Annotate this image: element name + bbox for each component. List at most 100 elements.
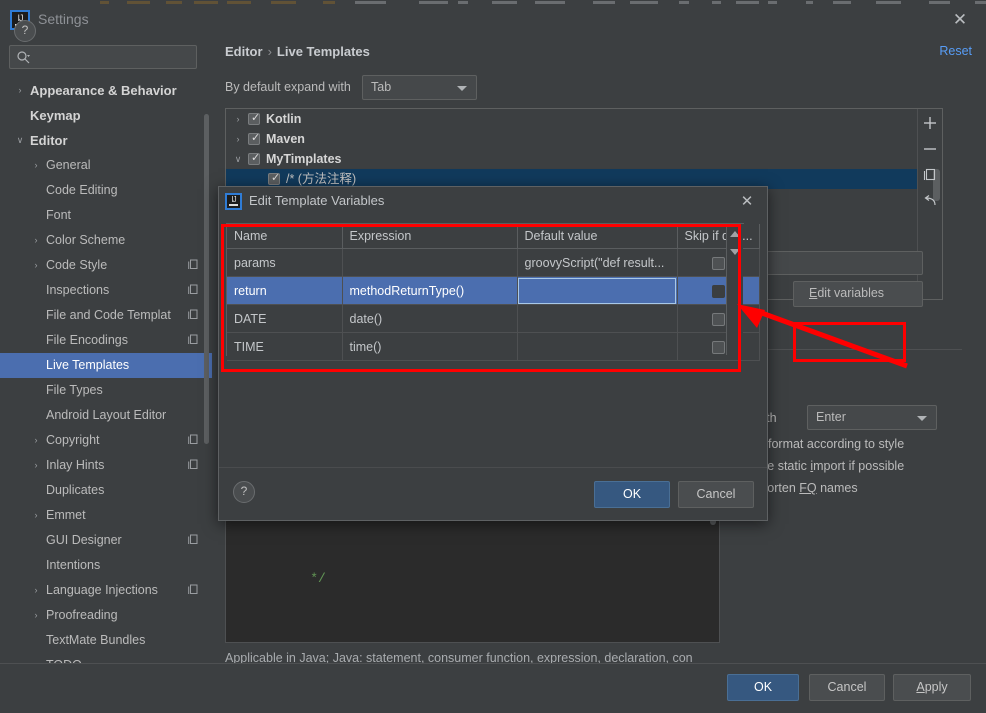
cell-expression[interactable]: date() <box>342 305 517 333</box>
skip-checkbox[interactable] <box>712 285 725 298</box>
column-header[interactable]: Name <box>227 224 342 249</box>
chevron-down-icon[interactable]: ∨ <box>14 128 26 153</box>
sidebar-item-gui-designer[interactable]: GUI Designer <box>0 528 212 553</box>
column-header[interactable]: Expression <box>342 224 517 249</box>
cell-name[interactable]: return <box>227 277 342 305</box>
breadcrumb-parent[interactable]: Editor <box>225 44 263 59</box>
sidebar-item-font[interactable]: Font <box>0 203 212 228</box>
skip-checkbox[interactable] <box>712 257 725 270</box>
sidebar-item-color-scheme[interactable]: ›Color Scheme <box>0 228 212 253</box>
copy-settings-icon[interactable] <box>188 434 198 445</box>
search-box[interactable] <box>9 45 197 69</box>
cell-skip-if-defined[interactable] <box>677 249 759 277</box>
add-template-button[interactable] <box>918 109 943 135</box>
apply-button[interactable]: Apply <box>893 674 971 701</box>
chevron-right-icon[interactable]: › <box>232 109 244 129</box>
sidebar-item-appearance-behavior[interactable]: ›Appearance & Behavior <box>0 78 212 103</box>
cell-skip-if-defined[interactable] <box>677 305 759 333</box>
scroll-up-icon[interactable] <box>730 231 740 237</box>
cell-default-value[interactable] <box>517 305 677 333</box>
cell-expression[interactable] <box>342 249 517 277</box>
checkbox-reformat-according-to-style[interactable]: Reformat according to style <box>752 437 904 451</box>
template-row[interactable]: ›✓Maven <box>226 129 918 149</box>
cell-default-value[interactable]: groovyScript("def result... <box>517 249 677 277</box>
chevron-down-icon[interactable]: ∨ <box>232 149 244 169</box>
close-icon[interactable]: ✕ <box>948 9 972 31</box>
sidebar-item-inspections[interactable]: Inspections <box>0 278 212 303</box>
sidebar-item-android-layout-editor[interactable]: Android Layout Editor <box>0 403 212 428</box>
cell-skip-if-defined[interactable] <box>677 333 759 361</box>
scroll-down-icon[interactable] <box>730 249 740 255</box>
column-header[interactable]: Skip if defi... <box>677 224 759 249</box>
revert-template-button[interactable] <box>918 187 943 213</box>
chevron-right-icon[interactable]: › <box>14 78 26 103</box>
help-button[interactable]: ? <box>14 20 36 42</box>
table-row[interactable]: paramsgroovyScript("def result... <box>227 249 759 277</box>
sidebar-item-code-editing[interactable]: Code Editing <box>0 178 212 203</box>
sidebar-item-live-templates[interactable]: Live Templates <box>0 353 212 378</box>
table-row[interactable]: DATEdate() <box>227 305 759 333</box>
cell-default-value[interactable] <box>517 277 677 305</box>
sidebar-item-file-and-code-templat[interactable]: File and Code Templat <box>0 303 212 328</box>
copy-settings-icon[interactable] <box>188 584 198 595</box>
chevron-right-icon[interactable]: › <box>30 428 42 453</box>
cancel-button[interactable]: Cancel <box>809 674 885 701</box>
table-row[interactable]: returnmethodReturnType() <box>227 277 759 305</box>
sidebar-item-todo[interactable]: TODO <box>0 653 212 663</box>
sidebar-item-keymap[interactable]: Keymap <box>0 103 212 128</box>
copy-settings-icon[interactable] <box>188 284 198 295</box>
sidebar-scrollbar[interactable] <box>204 114 209 444</box>
sidebar-item-duplicates[interactable]: Duplicates <box>0 478 212 503</box>
skip-checkbox[interactable] <box>712 313 725 326</box>
template-checkbox[interactable]: ✓ <box>248 133 260 145</box>
sidebar-item-copyright[interactable]: ›Copyright <box>0 428 212 453</box>
template-checkbox[interactable]: ✓ <box>268 173 280 185</box>
duplicate-template-button[interactable] <box>918 161 943 187</box>
chevron-right-icon[interactable]: › <box>30 153 42 178</box>
chevron-right-icon[interactable]: › <box>30 503 42 528</box>
chevron-right-icon[interactable]: › <box>232 129 244 149</box>
cell-name[interactable]: TIME <box>227 333 342 361</box>
ok-button[interactable]: OK <box>727 674 799 701</box>
template-checkbox[interactable]: ✓ <box>248 113 260 125</box>
cell-skip-if-defined[interactable] <box>677 277 759 305</box>
table-row[interactable]: TIMEtime() <box>227 333 759 361</box>
cell-expression[interactable]: time() <box>342 333 517 361</box>
template-row[interactable]: ∨✓MyTimplates <box>226 149 918 169</box>
sidebar-item-language-injections[interactable]: ›Language Injections <box>0 578 212 603</box>
copy-settings-icon[interactable] <box>188 534 198 545</box>
edit-variables-button[interactable]: Edit variables <box>793 281 923 307</box>
expand-with-dropdown[interactable]: Tab <box>362 75 477 100</box>
sidebar-item-textmate-bundles[interactable]: TextMate Bundles <box>0 628 212 653</box>
sidebar-item-file-types[interactable]: File Types <box>0 378 212 403</box>
sidebar-item-file-encodings[interactable]: File Encodings <box>0 328 212 353</box>
chevron-right-icon[interactable]: › <box>30 253 42 278</box>
dialog-help-button[interactable]: ? <box>233 481 255 503</box>
close-icon[interactable]: ✕ <box>737 192 757 212</box>
template-checkbox[interactable]: ✓ <box>248 153 260 165</box>
copy-settings-icon[interactable] <box>188 459 198 470</box>
chevron-right-icon[interactable]: › <box>30 578 42 603</box>
sidebar-item-emmet[interactable]: ›Emmet <box>0 503 212 528</box>
cell-default-value[interactable] <box>517 333 677 361</box>
expand-with-secondary-dropdown[interactable]: Enter <box>807 405 937 430</box>
sidebar-item-general[interactable]: ›General <box>0 153 212 178</box>
skip-checkbox[interactable] <box>712 341 725 354</box>
sidebar-item-proofreading[interactable]: ›Proofreading <box>0 603 212 628</box>
sidebar-item-intentions[interactable]: Intentions <box>0 553 212 578</box>
column-header[interactable]: Default value <box>517 224 677 249</box>
template-row[interactable]: ›✓Kotlin <box>226 109 918 129</box>
reset-link[interactable]: Reset <box>939 44 972 58</box>
copy-settings-icon[interactable] <box>188 259 198 270</box>
remove-template-button[interactable] <box>918 135 943 161</box>
checkbox-use-static-import[interactable]: Use static import if possible <box>752 459 904 473</box>
sidebar-item-inlay-hints[interactable]: ›Inlay Hints <box>0 453 212 478</box>
copy-settings-icon[interactable] <box>188 309 198 320</box>
dialog-ok-button[interactable]: OK <box>594 481 670 508</box>
cell-expression[interactable]: methodReturnType() <box>342 277 517 305</box>
dialog-cancel-button[interactable]: Cancel <box>678 481 754 508</box>
search-input[interactable] <box>36 49 192 68</box>
copy-settings-icon[interactable] <box>188 334 198 345</box>
sidebar-item-editor[interactable]: ∨Editor <box>0 128 212 153</box>
sidebar-item-code-style[interactable]: ›Code Style <box>0 253 212 278</box>
